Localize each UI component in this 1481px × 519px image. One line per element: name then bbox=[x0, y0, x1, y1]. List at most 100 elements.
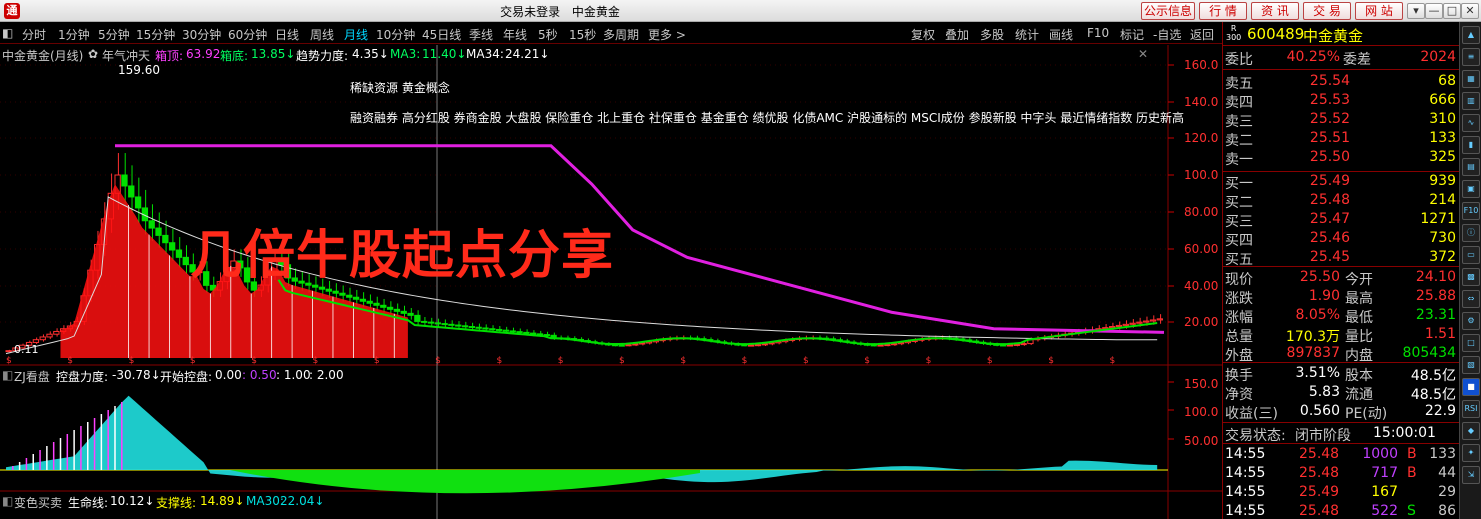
multi-stock-button[interactable]: 多股 bbox=[980, 26, 1004, 43]
tab-15min[interactable]: 15分钟 bbox=[136, 26, 175, 43]
concept-tags-line1: 稀缺资源 黄金概念 bbox=[350, 81, 450, 95]
tab-5sec[interactable]: 5秒 bbox=[538, 26, 558, 43]
ask-row[interactable]: 卖四 25.53 666 bbox=[1223, 91, 1460, 111]
candle-body bbox=[1122, 323, 1129, 326]
candlestick-icon[interactable]: ▮ bbox=[1462, 136, 1480, 154]
ask-row[interactable]: 卖五 25.54 68 bbox=[1223, 72, 1460, 92]
panel-toggle-icon[interactable]: ◧ bbox=[2, 26, 13, 40]
f10-icon[interactable]: F10 bbox=[1462, 202, 1480, 220]
candle-body bbox=[434, 322, 441, 325]
tab-30min[interactable]: 30分钟 bbox=[182, 26, 221, 43]
bid-row[interactable]: 买一 25.49 939 bbox=[1223, 172, 1460, 192]
tab-multi-period[interactable]: 多周期 bbox=[603, 26, 639, 43]
tick-row[interactable]: 14:55 25.48 1000 B 133 bbox=[1223, 445, 1460, 465]
remove-watchlist-button[interactable]: -自选 bbox=[1153, 26, 1181, 43]
bid-row[interactable]: 买五 25.45 372 bbox=[1223, 248, 1460, 268]
list-icon[interactable]: ≡ bbox=[1462, 48, 1480, 66]
tab-10min[interactable]: 10分钟 bbox=[376, 26, 415, 43]
adjust-button[interactable]: 复权 bbox=[911, 26, 935, 43]
ma3-line bbox=[277, 279, 1158, 346]
tab-more[interactable]: 更多 > bbox=[648, 26, 686, 43]
trade-button[interactable]: 交 易 bbox=[1303, 2, 1351, 20]
ask-price: 25.50 bbox=[1309, 149, 1350, 165]
subchart2-name[interactable]: 变色买卖 bbox=[14, 494, 62, 511]
f10-button[interactable]: F10 bbox=[1087, 26, 1109, 40]
compare-icon[interactable]: ⇔ bbox=[1462, 290, 1480, 308]
bars-icon[interactable]: ▤ bbox=[1462, 158, 1480, 176]
signal-marker: $ bbox=[926, 356, 932, 366]
arrow-icon[interactable]: ◆ bbox=[1462, 422, 1480, 440]
y-tick: 20.00 bbox=[1184, 315, 1219, 329]
info-icon[interactable]: ⓘ bbox=[1462, 224, 1480, 242]
subchart2-toggle-icon[interactable]: ◧ bbox=[2, 494, 13, 508]
square-icon[interactable]: □ bbox=[1462, 334, 1480, 352]
bid-row[interactable]: 买二 25.48 214 bbox=[1223, 191, 1460, 211]
ask-row[interactable]: 卖三 25.52 310 bbox=[1223, 110, 1460, 130]
disclosure-button[interactable]: 公示信息 bbox=[1141, 2, 1195, 20]
back-button[interactable]: 返回 bbox=[1190, 26, 1214, 43]
subchart1-name[interactable]: ZJ看盘 bbox=[14, 368, 50, 385]
subchart1-toggle-icon[interactable]: ◧ bbox=[2, 368, 13, 382]
menu-dropdown-icon[interactable]: ▾ bbox=[1407, 3, 1425, 19]
tab-60min[interactable]: 60分钟 bbox=[228, 26, 267, 43]
candle-body bbox=[523, 331, 530, 334]
blue-button-icon[interactable]: ■ bbox=[1462, 378, 1480, 396]
tab-1min[interactable]: 1分钟 bbox=[58, 26, 90, 43]
grid-icon[interactable]: ▦ bbox=[1462, 70, 1480, 88]
tick-row[interactable]: 14:55 25.48 522 S 86 bbox=[1223, 502, 1460, 519]
bid-row[interactable]: 买四 25.46 730 bbox=[1223, 229, 1460, 249]
tab-intraday[interactable]: 分时 bbox=[22, 26, 46, 43]
doc-icon[interactable]: ▭ bbox=[1462, 246, 1480, 264]
tab-quarterly[interactable]: 季线 bbox=[469, 26, 493, 43]
candle-body bbox=[632, 343, 639, 346]
fundamental-label: 收益(三) bbox=[1225, 406, 1278, 422]
tick-row[interactable]: 14:55 25.49 167 29 bbox=[1223, 483, 1460, 503]
mark-button[interactable]: 标记 bbox=[1120, 26, 1144, 43]
tab-weekly[interactable]: 周线 bbox=[310, 26, 334, 43]
chart-area[interactable]: $ $ $ $ $ $ $ $ $ $ $ $ $ $ $ $ $ $ $ 中金黄金(月线) ✿ 年气冲天 箱顶: … bbox=[0, 45, 1222, 519]
ask-row[interactable]: 卖二 25.51 133 bbox=[1223, 129, 1460, 149]
table-icon[interactable]: ▣ bbox=[1462, 180, 1480, 198]
candle-body bbox=[884, 344, 891, 347]
draw-line-button[interactable]: 画线 bbox=[1049, 26, 1073, 43]
candle-body bbox=[502, 329, 510, 332]
chart2-icon[interactable]: ▧ bbox=[1462, 356, 1480, 374]
news-button[interactable]: 资 讯 bbox=[1251, 2, 1299, 20]
line-chart-icon[interactable]: ∿ bbox=[1462, 114, 1480, 132]
gear-icon[interactable]: ✿ bbox=[88, 47, 98, 61]
signal-marker: $ bbox=[803, 356, 809, 366]
minimize-icon[interactable]: — bbox=[1425, 3, 1443, 19]
up-arrow-icon[interactable]: ▲ bbox=[1462, 26, 1480, 44]
divider bbox=[1223, 69, 1460, 70]
chart-close-icon[interactable]: ✕ bbox=[1138, 47, 1148, 61]
ask-row[interactable]: 卖一 25.50 325 bbox=[1223, 148, 1460, 168]
tab-15sec[interactable]: 15秒 bbox=[569, 26, 596, 43]
sub1-y-tick: 100.0 bbox=[1184, 405, 1219, 419]
website-button[interactable]: 网 站 bbox=[1355, 2, 1403, 20]
tab-monthly[interactable]: 月线 bbox=[344, 26, 368, 43]
statistics-button[interactable]: 统计 bbox=[1015, 26, 1039, 43]
tick-row[interactable]: 14:55 25.48 717 B 44 bbox=[1223, 464, 1460, 484]
support-label: 支撑线: bbox=[156, 496, 197, 510]
overlay-button[interactable]: 叠加 bbox=[945, 26, 969, 43]
candle-body bbox=[148, 220, 155, 229]
close-icon[interactable]: ✕ bbox=[1461, 3, 1479, 19]
tab-5min[interactable]: 5分钟 bbox=[98, 26, 130, 43]
rsi-icon[interactable]: RSI bbox=[1462, 400, 1480, 418]
maximize-icon[interactable]: □ bbox=[1443, 3, 1461, 19]
tab-45day[interactable]: 45日线 bbox=[422, 26, 461, 43]
expand-icon[interactable]: ⇲ bbox=[1462, 466, 1480, 484]
signal-marker: $ bbox=[619, 356, 625, 366]
period-toolbar: ◧ 分时 1分钟 5分钟 15分钟 30分钟 60分钟 日线 周线 月线 10分… bbox=[0, 22, 1222, 44]
tab-daily[interactable]: 日线 bbox=[275, 26, 299, 43]
gear-icon[interactable]: ⚙ bbox=[1462, 312, 1480, 330]
star-icon[interactable]: ✦ bbox=[1462, 444, 1480, 462]
market-button[interactable]: 行 情 bbox=[1199, 2, 1247, 20]
indicator-name[interactable]: 年气冲天 bbox=[102, 47, 150, 64]
tab-yearly[interactable]: 年线 bbox=[503, 26, 527, 43]
weibi-label: 委比 bbox=[1225, 52, 1253, 68]
bid-row[interactable]: 买三 25.47 1271 bbox=[1223, 210, 1460, 230]
layout-icon[interactable]: ▩ bbox=[1462, 268, 1480, 286]
chart-icon[interactable]: ▥ bbox=[1462, 92, 1480, 110]
tick-price: 25.48 bbox=[1299, 446, 1340, 462]
